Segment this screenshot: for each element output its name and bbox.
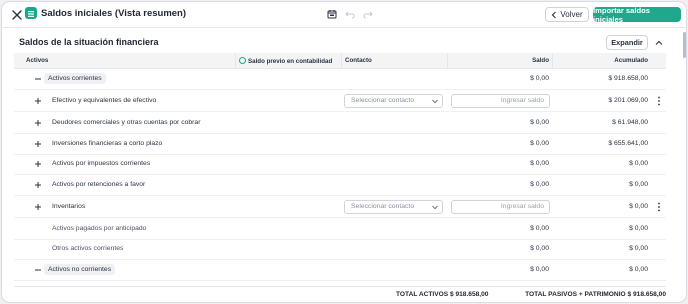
col-activos: Activos: [26, 57, 49, 64]
row-label: Otros activos corrientes: [52, 245, 124, 252]
table-row: Activos no corrientes $ 0,00 $ 0,00: [14, 260, 666, 281]
row-saldo: $ 0,00: [530, 75, 549, 82]
back-button-label: Volver: [560, 10, 583, 19]
expand-icon[interactable]: [34, 140, 42, 148]
table-row: Inversiones financieras a corto plazo $ …: [14, 134, 666, 155]
row-label: Activos corrientes: [44, 73, 106, 84]
saldo-input[interactable]: Ingresar saldo: [451, 94, 550, 108]
row-saldo: $ 0,00: [530, 181, 549, 188]
chevron-down-icon: [432, 99, 438, 104]
chevron-up-icon[interactable]: [654, 38, 664, 48]
table-row: Activos pagados por anticipado $ 0,00 $ …: [14, 219, 666, 240]
table-row: Activos por retenciones a favor $ 0,00 $…: [14, 175, 666, 196]
close-icon[interactable]: [10, 8, 24, 22]
row-acumulado: $ 918.658,00: [608, 75, 648, 82]
page-title: Saldos iniciales (Vista resumen): [41, 8, 187, 19]
row-acumulado: $ 655.641,00: [608, 140, 648, 147]
row-acumulado: $ 0,00: [629, 181, 648, 188]
column-divider: [447, 53, 448, 69]
row-saldo: $ 0,00: [530, 266, 549, 273]
table-row: Deudores comerciales y otras cuentas por…: [14, 113, 666, 134]
collapse-icon[interactable]: [34, 266, 42, 274]
table-row: Activos corrientes $ 0,00 $ 918.658,00: [14, 69, 666, 90]
app-logo-icon: [25, 7, 37, 19]
import-button[interactable]: Importar saldos iniciales: [593, 6, 681, 24]
back-button[interactable]: Volver: [545, 7, 589, 22]
scrollbar[interactable]: [683, 32, 686, 58]
table-row: Efectivo y equivalentes de efectivo Sele…: [14, 91, 666, 112]
row-acumulado: $ 0,00: [629, 245, 648, 252]
row-acumulado: $ 0,00: [629, 225, 648, 232]
row-acumulado: $ 0,00: [629, 266, 648, 273]
row-label: Inversiones financieras a corto plazo: [52, 140, 163, 147]
col-saldo: Saldo: [532, 57, 549, 64]
col-saldo-previo: Saldo previo en contabilidad: [239, 57, 332, 65]
totals-bar: TOTAL ACTIVOS $ 918.658,00 TOTAL PASIVOS…: [14, 286, 666, 302]
row-label: Activos no corrientes: [44, 264, 116, 275]
contact-select-placeholder: Seleccionar contacto: [351, 203, 415, 210]
row-saldo: $ 0,00: [530, 140, 549, 147]
dialog-window: Saldos iniciales (Vista resumen) Volver …: [2, 2, 686, 302]
table-header: Activos Saldo previo en contabilidad Con…: [14, 53, 666, 69]
table-row: Activos por impuestos corrientes $ 0,00 …: [14, 154, 666, 175]
section-title: Saldos de la situación financiera: [19, 37, 159, 47]
contact-select[interactable]: Seleccionar contacto: [344, 94, 443, 108]
row-acumulado: $ 201.069,00: [608, 97, 648, 104]
col-contacto: Contacto: [345, 57, 372, 64]
more-options-icon[interactable]: [657, 96, 661, 106]
column-divider: [341, 53, 342, 69]
column-divider: [552, 53, 553, 69]
total-pasivos-patrimonio: TOTAL PASIVOS + PATRIMONIO $ 918.658,00: [525, 291, 666, 298]
col-saldo-previo-label: Saldo previo en contabilidad: [248, 58, 333, 65]
header-bar: Saldos iniciales (Vista resumen) Volver …: [2, 2, 686, 28]
row-acumulado: $ 0,00: [629, 160, 648, 167]
row-label: Deudores comerciales y otras cuentas por…: [52, 119, 201, 126]
undo-icon[interactable]: [345, 9, 355, 19]
chevron-down-icon: [432, 205, 438, 210]
saldo-input[interactable]: Ingresar saldo: [451, 200, 550, 214]
row-label: Activos por retenciones a favor: [52, 181, 146, 188]
total-activos: TOTAL ACTIVOS $ 918.658,00: [396, 291, 489, 298]
expand-icon[interactable]: [34, 203, 42, 211]
expand-icon[interactable]: [34, 97, 42, 105]
table-row: Otros activos corrientes $ 0,00 $ 0,00: [14, 239, 666, 260]
redo-icon[interactable]: [363, 9, 373, 19]
row-saldo: $ 0,00: [530, 119, 549, 126]
row-acumulado: $ 61.948,00: [612, 119, 648, 126]
more-options-icon[interactable]: [657, 202, 661, 212]
row-label: Inventarios: [52, 203, 86, 210]
row-saldo: $ 0,00: [530, 245, 549, 252]
expand-icon[interactable]: [34, 181, 42, 189]
chevron-left-icon: [552, 11, 557, 18]
row-label: Efectivo y equivalentes de efectivo: [52, 97, 157, 104]
row-label: Activos pagados por anticipado: [52, 225, 147, 232]
contact-select-placeholder: Seleccionar contacto: [351, 97, 415, 104]
table-row: Inventarios Seleccionar contacto Ingresa…: [14, 197, 666, 218]
col-acumulado: Acumulado: [614, 57, 648, 64]
contact-select[interactable]: Seleccionar contacto: [344, 200, 443, 214]
row-label: Activos por impuestos corrientes: [52, 160, 151, 167]
row-saldo: $ 0,00: [530, 225, 549, 232]
expand-icon[interactable]: [34, 119, 42, 127]
collapse-icon[interactable]: [34, 75, 42, 83]
row-saldo: $ 0,00: [530, 160, 549, 167]
row-acumulado: $ 0,00: [629, 203, 648, 210]
calendar-icon[interactable]: [327, 9, 337, 19]
expand-icon[interactable]: [34, 160, 42, 168]
expand-button[interactable]: Expandir: [606, 35, 648, 50]
info-icon[interactable]: [239, 57, 246, 64]
column-divider: [235, 53, 236, 69]
